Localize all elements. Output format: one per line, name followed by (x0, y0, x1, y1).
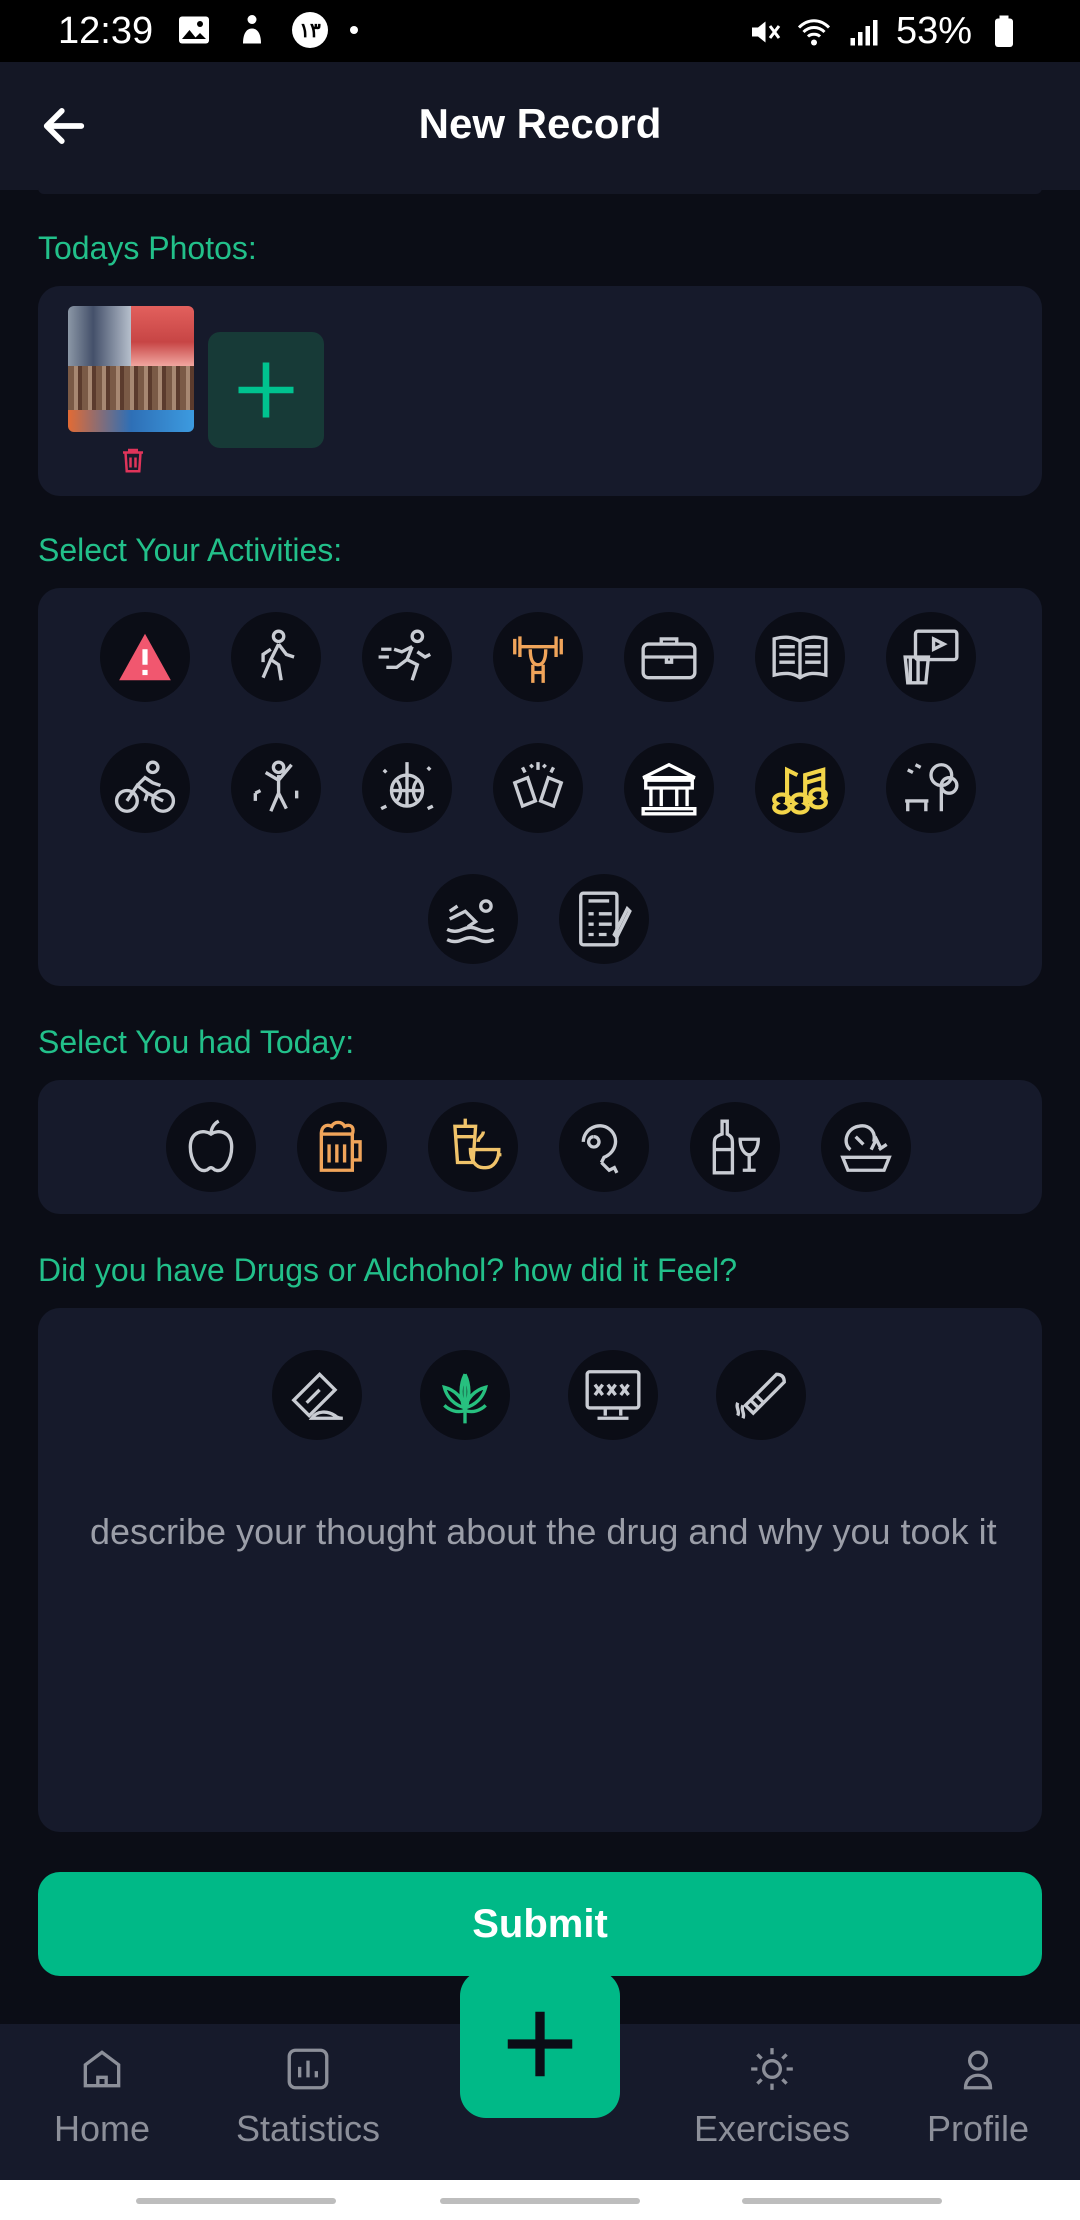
activity-music[interactable] (755, 743, 845, 833)
photos-section-label: Todays Photos: (38, 230, 257, 266)
cigar-icon (735, 1372, 786, 1419)
had-wine[interactable] (690, 1102, 780, 1192)
activity-cinema[interactable] (886, 612, 976, 702)
had-beer[interactable] (297, 1102, 387, 1192)
nav-exercises[interactable]: Exercises (672, 2044, 872, 2150)
cinema-icon (903, 629, 959, 685)
had-today-section-label: Select You had Today: (38, 1024, 355, 1060)
activity-drinks[interactable] (493, 743, 583, 833)
had-vegetables[interactable] (821, 1102, 911, 1192)
nav-home-label: Home (53, 2108, 151, 2149)
briefcase-icon (641, 637, 697, 680)
walking-icon (261, 629, 295, 681)
submit-button[interactable]: Submit (38, 1872, 1042, 1976)
xxx-screen-icon (585, 1370, 641, 1420)
activity-party[interactable] (362, 743, 452, 833)
drug-cannabis[interactable] (420, 1350, 510, 1440)
book-icon (772, 635, 828, 680)
badge-icon: ۱۳ (292, 12, 328, 48)
music-icon (772, 766, 828, 815)
statistics-icon (287, 2048, 329, 2090)
had-meat[interactable] (559, 1102, 649, 1192)
park-icon (905, 763, 959, 812)
plus-icon (238, 362, 294, 418)
drugs-section-label: Did you have Drugs or Alchohol? how did … (38, 1252, 738, 1288)
apple-icon (188, 1119, 234, 1173)
profile-icon (963, 2050, 993, 2090)
system-home-button[interactable] (440, 2198, 640, 2204)
activity-weightlifting[interactable] (493, 612, 583, 702)
nav-exercises-label: Exercises (693, 2108, 851, 2149)
plus-icon (507, 2011, 573, 2077)
nav-statistics-label: Statistics (235, 2108, 381, 2149)
home-icon (83, 2050, 121, 2088)
drug-cocaine[interactable] (272, 1350, 362, 1440)
fast-food-icon (453, 1118, 502, 1170)
battery-icon (995, 15, 1013, 47)
had-today-card (38, 1080, 1042, 1214)
app-bar: New Record (0, 62, 1080, 190)
page-title: New Record (418, 100, 662, 147)
activity-cycling[interactable] (100, 743, 190, 833)
photos-card (38, 286, 1042, 496)
museum-icon (641, 762, 697, 816)
cheers-icon (512, 762, 564, 809)
swimming-icon (446, 899, 495, 944)
system-recents-button[interactable] (136, 2198, 336, 2204)
drug-pornography[interactable] (568, 1350, 658, 1440)
weightlifting-icon (513, 636, 563, 683)
system-back-button[interactable] (742, 2198, 942, 2204)
status-time: 12:39 (58, 10, 154, 52)
wine-icon (712, 1119, 760, 1175)
drugs-card (38, 1308, 1042, 1832)
add-record-fab[interactable] (460, 1970, 620, 2118)
disco-ball-icon (380, 762, 434, 811)
notification-figure-icon (243, 15, 261, 44)
signal-icon (850, 19, 878, 45)
activity-park[interactable] (886, 743, 976, 833)
activity-warning[interactable] (100, 612, 190, 702)
vegetables-icon (840, 1124, 892, 1172)
gallery-icon (179, 16, 209, 44)
meat-icon (581, 1124, 619, 1174)
activity-dancing[interactable] (231, 743, 321, 833)
mute-icon (751, 21, 781, 42)
test-icon (579, 891, 632, 947)
drug-thoughts-textarea[interactable] (88, 1504, 1002, 1808)
drug-smoking[interactable] (716, 1350, 806, 1440)
status-bar: 12:39 ۱۳ 53% (0, 0, 1080, 62)
cycling-icon (114, 760, 176, 813)
nav-profile[interactable]: Profile (878, 2044, 1078, 2150)
wifi-icon (797, 18, 830, 45)
nav-profile-label: Profile (926, 2108, 1030, 2149)
trash-icon[interactable] (118, 444, 148, 476)
nav-statistics[interactable]: Statistics (208, 2044, 408, 2150)
warning-icon (119, 633, 171, 681)
cocaine-icon (291, 1371, 343, 1420)
beer-icon (319, 1120, 362, 1172)
system-navigation-bar (0, 2180, 1080, 2220)
battery-percent: 53% (895, 10, 972, 52)
scrolled-card-edge (38, 188, 1042, 194)
running-icon (378, 629, 432, 681)
dancing-icon (253, 760, 299, 812)
activity-test[interactable] (559, 874, 649, 964)
photo-thumbnail[interactable] (68, 306, 194, 432)
activities-card (38, 588, 1042, 986)
add-photo-button[interactable] (208, 332, 324, 448)
activity-running[interactable] (362, 612, 452, 702)
sun-icon (751, 2048, 793, 2090)
dot-icon (350, 26, 358, 34)
activities-section-label: Select Your Activities: (38, 532, 343, 568)
cannabis-icon (442, 1373, 488, 1424)
activity-walking[interactable] (231, 612, 321, 702)
had-fruit[interactable] (166, 1102, 256, 1192)
activity-swimming[interactable] (428, 874, 518, 964)
activity-reading[interactable] (755, 612, 845, 702)
nav-home[interactable]: Home (2, 2044, 202, 2150)
activity-museum[interactable] (624, 743, 714, 833)
had-fast-food[interactable] (428, 1102, 518, 1192)
activity-work[interactable] (624, 612, 714, 702)
